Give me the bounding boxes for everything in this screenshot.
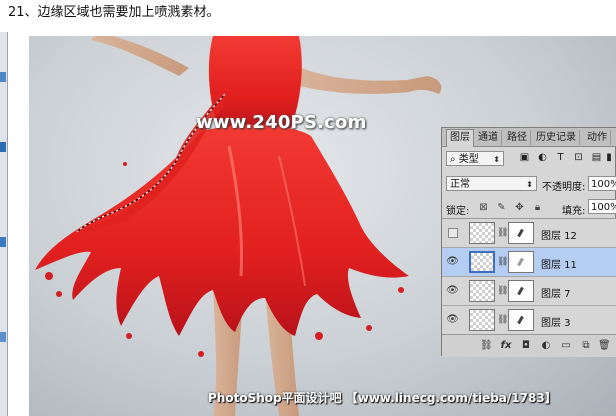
panel-tab-bar: 图层 通道 路径 历史记录 动作 [442, 128, 616, 147]
adjustment-layer-icon[interactable]: ◐ [540, 340, 552, 352]
adjustment-filter-icon[interactable]: ◐ [537, 152, 548, 163]
mask-link-icon[interactable]: ⛓ [497, 257, 508, 267]
chevron-down-icon: ⬍ [493, 155, 500, 164]
layer-row[interactable]: 👁︎ ⛓ 图层 7 [442, 277, 616, 306]
image-filter-icon[interactable]: ▣ [519, 152, 530, 163]
layer-mask-thumbnail[interactable] [508, 251, 534, 273]
lock-label: 锁定: [446, 206, 470, 217]
watermark-240ps: www.240PS.com [196, 112, 367, 133]
filter-toggle-icon[interactable]: ▮ [604, 152, 614, 163]
mask-link-icon[interactable]: ⛓ [497, 228, 508, 238]
eye-icon[interactable]: 👁︎ [446, 314, 459, 325]
eye-icon[interactable]: 👁︎ [446, 256, 459, 267]
fill-input[interactable]: 100% [588, 199, 616, 214]
filter-kind-select[interactable]: ⌕ 类型 ⬍ [446, 151, 504, 166]
new-group-icon[interactable]: ▭ [560, 340, 572, 352]
chevron-down-icon: ⬍ [526, 180, 533, 189]
layer-thumbnail [469, 280, 495, 302]
lock-transparent-icon[interactable]: ⊠ [478, 202, 489, 213]
tab-channels[interactable]: 通道 [475, 130, 502, 145]
eye-icon[interactable]: 👁︎ [446, 285, 459, 296]
opacity-input[interactable]: 100% [588, 176, 616, 191]
left-edge-strip [0, 32, 8, 416]
blend-mode-select[interactable]: 正常 ⬍ [446, 176, 537, 191]
layer-mask-thumbnail[interactable] [508, 222, 534, 244]
left-strip-icon [0, 237, 6, 247]
layer-name: 图层 12 [541, 231, 577, 242]
fill-label: 填充: [562, 206, 586, 217]
layer-list: ⛓ 图层 12 👁︎ ⛓ 图层 11 👁︎ ⛓ 图层 7 👁︎ ⛓ 图层 3 👁… [442, 218, 616, 335]
search-icon: ⌕ [450, 154, 456, 165]
left-strip-icon [0, 332, 6, 342]
layer-name: 图层 3 [541, 318, 571, 329]
left-strip-icon [0, 142, 6, 152]
layer-mask-thumbnail[interactable] [508, 309, 534, 331]
step-caption: 21、边缘区域也需要加上喷溅素材。 [8, 5, 220, 20]
left-strip-icon [0, 72, 6, 82]
new-layer-icon[interactable]: ⧉ [580, 340, 592, 352]
layer-thumbnail [469, 222, 495, 244]
lock-all-icon[interactable]: 🔒︎ [532, 202, 543, 213]
tab-actions[interactable]: 动作 [584, 130, 611, 145]
tab-paths[interactable]: 路径 [504, 130, 531, 145]
layer-mask-thumbnail[interactable] [508, 280, 534, 302]
lock-position-icon[interactable]: ✥ [514, 202, 525, 213]
layer-name: 图层 11 [541, 260, 577, 271]
type-filter-icon[interactable]: T [555, 152, 566, 163]
lock-image-icon[interactable]: ✎ [496, 202, 507, 213]
mask-link-icon[interactable]: ⛓ [497, 286, 508, 296]
add-mask-icon[interactable]: ◘ [520, 340, 532, 352]
layers-panel: 图层 通道 路径 历史记录 动作 ⌕ 类型 ⬍ ▣ ◐ T ⊡ ▤ ▮ 正常 ⬍… [441, 127, 616, 357]
fx-icon[interactable]: fx [500, 340, 512, 352]
layer-thumbnail [469, 309, 495, 331]
layer-thumbnail [469, 251, 495, 273]
tab-history[interactable]: 历史记录 [533, 130, 580, 145]
watermark-linecg: PhotoShop平面设计吧 【www.linecg.com/tieba/178… [208, 391, 557, 405]
link-layers-icon[interactable]: ⛓ [480, 340, 493, 352]
layer-row-selected[interactable]: 👁︎ ⛓ 图层 11 [442, 248, 616, 277]
opacity-label: 不透明度: [542, 182, 586, 193]
blend-mode-value: 正常 [450, 179, 470, 190]
layer-row[interactable]: ⛓ 图层 12 [442, 219, 616, 248]
layer-name: 图层 7 [541, 289, 571, 300]
filter-kind-value: 类型 [458, 154, 479, 165]
delete-layer-icon[interactable]: 🗑︎ [598, 340, 611, 352]
visibility-toggle-empty[interactable] [448, 228, 458, 238]
smart-object-filter-icon[interactable]: ▤ [591, 152, 602, 163]
panel-footer: ⛓ fx ◘ ◐ ▭ ⧉ 🗑︎ [442, 334, 616, 357]
tab-layers[interactable]: 图层 [446, 129, 474, 147]
mask-link-icon[interactable]: ⛓ [497, 315, 508, 325]
layer-row[interactable]: 👁︎ ⛓ 图层 3 [442, 306, 616, 335]
shape-filter-icon[interactable]: ⊡ [573, 152, 584, 163]
